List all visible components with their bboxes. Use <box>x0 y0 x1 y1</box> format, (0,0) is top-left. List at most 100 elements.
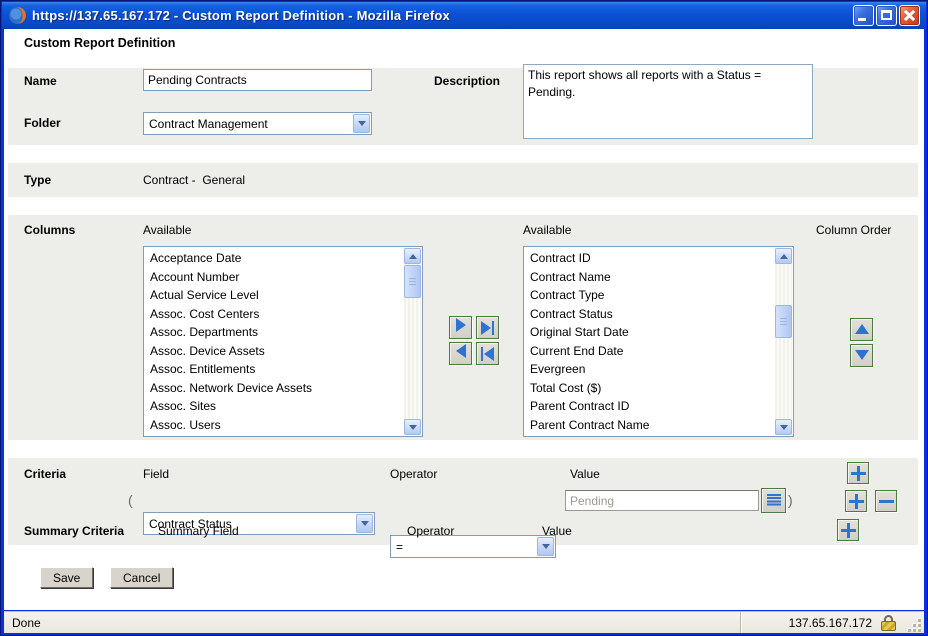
move-all-left-button[interactable] <box>476 342 499 365</box>
list-item[interactable]: Assoc. Cost Centers <box>145 305 404 324</box>
selected-columns-header: Available <box>523 223 571 237</box>
firefox-window: https://137.65.167.172 - Custom Report D… <box>0 0 928 636</box>
page-title: Custom Report Definition <box>24 36 175 50</box>
description-textarea[interactable]: This report shows all reports with a Sta… <box>523 64 813 139</box>
criteria-operator-header: Operator <box>390 467 437 481</box>
chevron-down-icon[interactable] <box>356 514 373 533</box>
list-item[interactable]: Parent Contract Name <box>525 416 775 435</box>
resize-grip[interactable] <box>908 619 922 633</box>
scroll-down-icon[interactable] <box>775 419 792 435</box>
available-columns-header: Available <box>143 223 191 237</box>
list-item[interactable]: Contract ID <box>525 249 775 268</box>
list-item[interactable]: Assoc. Entitlements <box>145 360 404 379</box>
move-left-button[interactable] <box>449 342 472 365</box>
scrollbar-thumb[interactable] <box>404 265 421 298</box>
move-all-right-icon <box>481 321 494 335</box>
type-label: Type <box>24 173 51 187</box>
scroll-down-icon[interactable] <box>404 419 421 435</box>
list-item[interactable]: Parent Contract ID <box>525 397 775 416</box>
move-right-button[interactable] <box>449 316 472 339</box>
chevron-down-icon[interactable] <box>537 537 554 556</box>
chevron-down-icon[interactable] <box>353 114 370 133</box>
selected-columns-list[interactable]: Contract IDContract NameContract TypeCon… <box>523 246 794 437</box>
window-controls <box>853 5 920 26</box>
type-value: Contract - General <box>143 173 245 187</box>
list-item[interactable]: Assoc. Network Device Assets <box>145 379 404 398</box>
minimize-button[interactable] <box>853 5 874 26</box>
move-all-left-icon <box>481 347 494 361</box>
folder-select[interactable]: Contract Management <box>143 112 372 135</box>
criteria-value-header: Value <box>570 467 600 481</box>
available-columns-scrollbar[interactable] <box>404 248 421 435</box>
selected-columns-scrollbar[interactable] <box>775 248 792 435</box>
list-item[interactable]: Original Start Date <box>525 323 775 342</box>
add-criteria-button[interactable] <box>845 490 867 512</box>
scroll-up-icon[interactable] <box>775 248 792 264</box>
columns-label: Columns <box>24 223 75 237</box>
criteria-label: Criteria <box>24 467 66 481</box>
list-item[interactable]: Actual Service Level <box>145 286 404 305</box>
summary-field-header: Summary Field <box>158 524 239 538</box>
move-right-icon <box>456 318 466 337</box>
column-order-header: Column Order <box>816 223 891 237</box>
add-icon <box>851 466 866 481</box>
value-list-icon <box>767 494 781 507</box>
scroll-up-icon[interactable] <box>404 248 421 264</box>
add-icon <box>849 494 864 509</box>
move-all-right-button[interactable] <box>476 316 499 339</box>
statusbar-divider <box>740 612 741 633</box>
criteria-field-header: Field <box>143 467 169 481</box>
move-down-button[interactable] <box>850 344 873 367</box>
remove-criteria-button[interactable] <box>875 490 897 512</box>
move-up-button[interactable] <box>850 318 873 341</box>
description-label: Description <box>434 74 500 88</box>
list-item[interactable]: Acceptance Date <box>145 249 404 268</box>
folder-select-value: Contract Management <box>149 117 268 131</box>
summary-operator-header: Operator <box>407 524 454 538</box>
close-button[interactable] <box>899 5 920 26</box>
save-button[interactable]: Save <box>40 567 93 588</box>
window-title: https://137.65.167.172 - Custom Report D… <box>32 8 853 23</box>
value-list-button[interactable] <box>761 488 786 513</box>
list-item[interactable]: Assoc. Users <box>145 416 404 435</box>
list-item[interactable]: Assoc. Device Assets <box>145 342 404 361</box>
firefox-icon <box>8 6 27 25</box>
list-item[interactable]: Assoc. Sites <box>145 397 404 416</box>
close-paren: ) <box>788 492 793 508</box>
scrollbar-thumb[interactable] <box>775 305 792 338</box>
lock-icon[interactable] <box>880 615 898 631</box>
move-up-icon <box>855 321 869 339</box>
folder-label: Folder <box>24 116 61 130</box>
summary-value-header: Value <box>542 524 572 538</box>
add-criteria-group-button[interactable] <box>847 462 869 484</box>
name-label: Name <box>24 74 57 88</box>
add-icon <box>841 523 856 538</box>
list-item[interactable]: Contract Status <box>525 305 775 324</box>
minimize-icon <box>858 18 866 21</box>
add-summary-criteria-button[interactable] <box>837 519 859 541</box>
name-input[interactable] <box>143 69 372 91</box>
cancel-button[interactable]: Cancel <box>110 567 173 588</box>
move-left-icon <box>456 344 466 363</box>
status-message: Done <box>4 616 740 630</box>
list-item[interactable]: Contract Type <box>525 286 775 305</box>
criteria-value-input[interactable] <box>565 490 759 511</box>
title-bar[interactable]: https://137.65.167.172 - Custom Report D… <box>2 2 926 29</box>
page-content: Custom Report Definition Name Folder Con… <box>4 29 924 610</box>
list-item[interactable]: Evergreen <box>525 360 775 379</box>
available-columns-list[interactable]: Acceptance DateAccount NumberActual Serv… <box>143 246 423 437</box>
list-item[interactable]: Contract Name <box>525 268 775 287</box>
host-address: 137.65.167.172 <box>749 616 880 630</box>
list-item[interactable]: Assoc. Departments <box>145 323 404 342</box>
remove-icon <box>879 500 894 503</box>
list-item[interactable]: Account Number <box>145 268 404 287</box>
status-bar: Done 137.65.167.172 <box>4 611 924 633</box>
maximize-button[interactable] <box>876 5 897 26</box>
list-item[interactable]: Total Cost ($) <box>525 379 775 398</box>
criteria-operator-select[interactable]: = <box>390 535 556 558</box>
open-paren: ( <box>128 492 133 508</box>
criteria-operator-value: = <box>396 540 403 554</box>
maximize-icon <box>881 10 892 20</box>
list-item[interactable]: Current End Date <box>525 342 775 361</box>
move-down-icon <box>855 347 869 365</box>
